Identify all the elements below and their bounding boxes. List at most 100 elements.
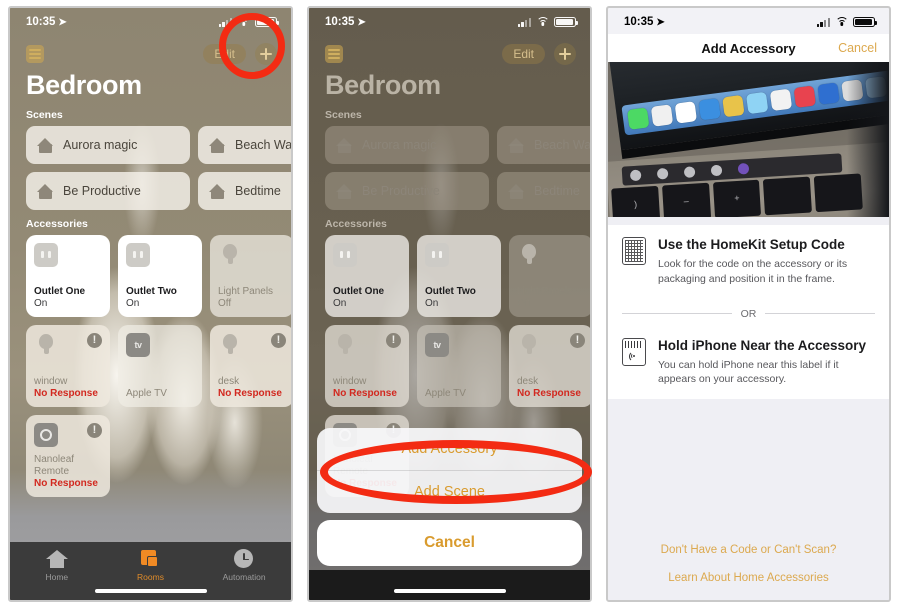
cancel-button[interactable]: Cancel [838,41,877,55]
plus-icon[interactable] [554,43,576,65]
accessory-text: Outlet One On [333,286,401,311]
accessory-tile[interactable]: ! desk No Response [210,325,291,407]
accessory-top: ! [333,333,401,357]
nav-right-actions: Edit [203,43,277,65]
hamburger-menu-icon[interactable] [325,45,343,63]
option-text: Hold iPhone Near the Accessory You can h… [658,338,875,388]
home-indicator [94,588,207,593]
accessory-tile[interactable]: tv Apple TV [417,325,501,407]
bulb-icon [517,243,541,267]
accessory-tile[interactable]: ! desk No Response [509,325,590,407]
scene-card[interactable]: Be Productive [26,172,190,210]
warning-badge-icon: ! [271,333,286,348]
accessory-text: Light Panels Off [517,286,585,311]
tab-automation[interactable]: Automation [209,549,279,582]
cancel-button[interactable]: Cancel [317,520,582,566]
home-icon [45,549,68,569]
location-arrow-icon: ➤ [58,16,67,28]
wifi-icon [536,17,549,27]
hamburger-menu-icon[interactable] [26,45,44,63]
scene-label: Beach Wav [235,138,293,152]
outlet-icon [425,243,449,267]
nav-right-actions: Edit [502,43,576,65]
house-icon [336,183,353,199]
scenes-grid: Aurora magic Beach Wav Be Productive Bed… [309,126,590,216]
home-indicator [393,588,506,593]
action-add-scene[interactable]: Add Scene [317,471,582,513]
accessory-tile[interactable]: Outlet One On [325,235,409,317]
no-code-link[interactable]: Don't Have a Code or Can't Scan? [608,536,889,564]
accessory-state: No Response [218,388,282,399]
page-title: Bedroom [26,70,142,100]
edit-button[interactable]: Edit [203,44,246,64]
status-bar-time: 10:35 [624,16,654,28]
status-bar-time: 10:35 [26,16,56,28]
accessory-tile[interactable]: Outlet One On [26,235,110,317]
accessory-state: On [333,298,347,309]
option-text: Use the HomeKit Setup Code Look for the … [658,237,875,287]
accessory-text: Outlet Two On [425,286,493,311]
accessory-tile[interactable]: ! Nanoleaf Remote No Response [26,415,110,497]
status-bar: 10:35 ➤ [309,8,590,34]
accessory-tile[interactable]: ! window No Response [325,325,409,407]
rooms-icon [139,549,161,569]
scenes-grid: Aurora magic Beach Wav Be Productive Bed… [10,126,291,216]
house-icon [37,183,54,199]
wifi-icon [835,17,848,27]
accessory-state: No Response [517,388,581,399]
scenes-section-label: Scenes [26,109,63,121]
tab-rooms[interactable]: Rooms [115,549,185,582]
house-icon [209,183,226,199]
accessory-state: On [126,298,140,309]
plus-icon[interactable] [255,43,277,65]
scene-card[interactable]: Beach Wav [198,126,293,164]
accessory-name: Light Panels [218,285,274,297]
scene-card[interactable]: Be Productive [325,172,489,210]
status-bar: 10:35 ➤ [608,8,889,34]
accessory-top [218,243,286,267]
battery-icon [255,16,280,28]
scene-label: Bedtime [235,184,281,198]
learn-accessories-link[interactable]: Learn About Home Accessories [608,564,889,592]
house-icon [508,137,525,153]
setup-code-option[interactable]: Use the HomeKit Setup Code Look for the … [608,225,889,299]
bulb-icon [333,333,357,357]
accessory-text: Outlet One On [34,286,102,311]
scene-card[interactable]: Beach Wav [497,126,590,164]
accessory-tile[interactable]: Light Panels Off [509,235,590,317]
accessory-name: Light Panels [517,285,573,297]
scene-card[interactable]: Bedtime [497,172,590,210]
accessory-top: ! [517,333,585,357]
nfc-option[interactable]: Hold iPhone Near the Accessory You can h… [608,325,889,400]
navigation-bar: Add Accessory Cancel [608,34,889,62]
accessory-tile[interactable]: Outlet Two On [118,235,202,317]
accessory-name: Outlet Two [126,285,177,297]
scene-card[interactable]: Aurora magic [325,126,489,164]
status-bar-time: 10:35 [325,16,355,28]
accessory-text: Light Panels Off [218,286,286,311]
accessory-top: tv [126,333,194,357]
scene-card[interactable]: Aurora magic [26,126,190,164]
nav-row: Edit [309,34,590,68]
page-title: Add Accessory [701,40,796,56]
accessory-state: No Response [333,388,397,399]
nfc-tag-icon [622,337,646,366]
accessory-tile[interactable]: ! window No Response [26,325,110,407]
scene-card[interactable]: Bedtime [198,172,291,210]
tab-home[interactable]: Home [22,549,92,582]
accessory-text: window No Response [333,376,401,401]
house-icon [209,137,226,153]
wifi-icon [237,17,250,27]
accessory-top [126,243,194,267]
action-add-accessory[interactable]: Add Accessory [317,428,582,470]
divider-line [622,313,732,315]
edit-button[interactable]: Edit [502,44,545,64]
status-bar-right [218,16,280,28]
accessory-tile[interactable]: Light Panels Off [210,235,291,317]
tab-label: Rooms [137,572,164,582]
battery-icon [853,16,878,28]
accessory-tile[interactable]: Outlet Two On [417,235,501,317]
cellular-bars-icon [218,17,232,27]
accessory-tile[interactable]: tv Apple TV [118,325,202,407]
camera-viewfinder[interactable]: ) – + [608,62,889,217]
